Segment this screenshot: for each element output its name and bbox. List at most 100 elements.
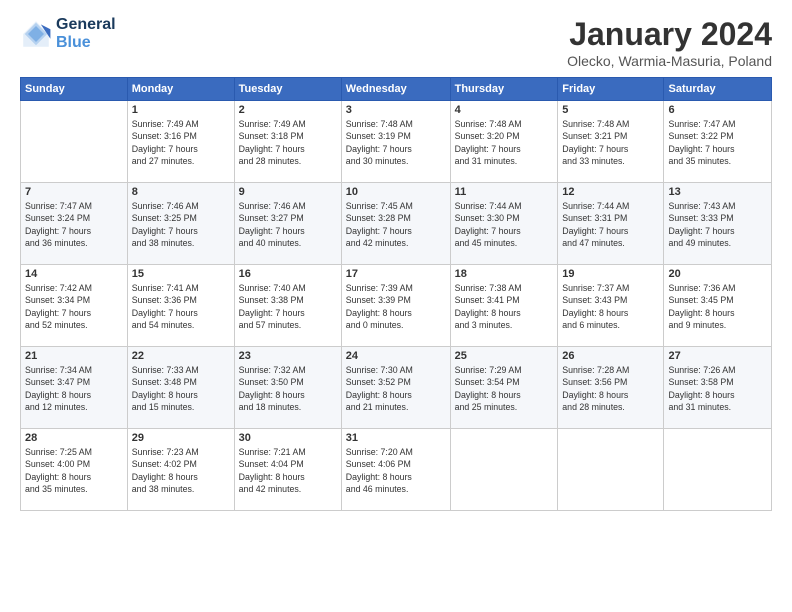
day-info: Sunrise: 7:32 AMSunset: 3:50 PMDaylight:…: [239, 364, 337, 413]
day-number: 4: [455, 104, 554, 116]
calendar-cell: 11 Sunrise: 7:44 AMSunset: 3:30 PMDayligh…: [450, 183, 558, 265]
day-number: 15: [132, 268, 230, 280]
day-info: Sunrise: 7:49 AMSunset: 3:18 PMDaylight:…: [239, 118, 337, 167]
day-number: 29: [132, 432, 230, 444]
calendar-cell: 3Sunrise: 7:48 AMSunset: 3:19 PMDaylight…: [341, 101, 450, 183]
header-day-saturday: Saturday: [664, 78, 772, 101]
calendar-cell: 26Sunrise: 7:28 AMSunset: 3:56 PMDayligh…: [558, 347, 664, 429]
calendar-cell: 15Sunrise: 7:41 AMSunset: 3:36 PMDayligh…: [127, 265, 234, 347]
day-info: Sunrise: 7:38 AMSunset: 3:41 PMDaylight:…: [455, 282, 554, 331]
day-number: 18: [455, 268, 554, 280]
calendar-cell: [450, 429, 558, 511]
day-number: 13: [668, 186, 767, 198]
calendar-cell: 25 Sunrise: 7:29 AMSunset: 3:54 PMDayligh…: [450, 347, 558, 429]
day-number: 23: [239, 350, 337, 362]
calendar-cell: 20 Sunrise: 7:36 AMSunset: 3:45 PMDayligh…: [664, 265, 772, 347]
day-info: Sunrise: 7:26 AMSunset: 3:58 PMDaylight:…: [668, 364, 767, 413]
calendar-cell: 23 Sunrise: 7:32 AMSunset: 3:50 PMDayligh…: [234, 347, 341, 429]
day-info: Sunrise: 7:40 AMSunset: 3:38 PMDaylight:…: [239, 282, 337, 331]
day-info: Sunrise: 7:49 AMSunset: 3:16 PMDaylight:…: [132, 118, 230, 167]
calendar-cell: 17 Sunrise: 7:39 AMSunset: 3:39 PMDayligh…: [341, 265, 450, 347]
header-day-monday: Monday: [127, 78, 234, 101]
calendar-cell: 8Sunrise: 7:46 AMSunset: 3:25 PMDaylight…: [127, 183, 234, 265]
day-number: 14: [25, 268, 123, 280]
day-number: 21: [25, 350, 123, 362]
day-info: Sunrise: 7:34 AMSunset: 3:47 PMDaylight:…: [25, 364, 123, 413]
day-number: 5: [562, 104, 659, 116]
day-number: 7: [25, 186, 123, 198]
week-row-3: 14 Sunrise: 7:42 AMSunset: 3:34 PMDayligh…: [21, 265, 772, 347]
header-day-thursday: Thursday: [450, 78, 558, 101]
calendar-header-row: SundayMondayTuesdayWednesdayThursdayFrid…: [21, 78, 772, 101]
calendar: SundayMondayTuesdayWednesdayThursdayFrid…: [20, 77, 772, 511]
calendar-cell: 12 Sunrise: 7:44 AMSunset: 3:31 PMDayligh…: [558, 183, 664, 265]
day-info: Sunrise: 7:47 AMSunset: 3:22 PMDaylight:…: [668, 118, 767, 167]
title-block: January 2024 Olecko, Warmia-Masuria, Pol…: [567, 16, 772, 69]
calendar-cell: [664, 429, 772, 511]
logo-icon: [20, 18, 52, 50]
day-number: 11: [455, 186, 554, 198]
day-number: 6: [668, 104, 767, 116]
day-info: Sunrise: 7:44 AMSunset: 3:30 PMDaylight:…: [455, 200, 554, 249]
day-number: 1: [132, 104, 230, 116]
calendar-cell: 28 Sunrise: 7:25 AMSunset: 4:00 PMDayligh…: [21, 429, 128, 511]
header-day-friday: Friday: [558, 78, 664, 101]
calendar-cell: 7Sunrise: 7:47 AMSunset: 3:24 PMDaylight…: [21, 183, 128, 265]
day-info: Sunrise: 7:46 AMSunset: 3:25 PMDaylight:…: [132, 200, 230, 249]
calendar-cell: 18 Sunrise: 7:38 AMSunset: 3:41 PMDayligh…: [450, 265, 558, 347]
day-number: 12: [562, 186, 659, 198]
day-info: Sunrise: 7:42 AMSunset: 3:34 PMDaylight:…: [25, 282, 123, 331]
calendar-cell: [558, 429, 664, 511]
header: General Blue January 2024 Olecko, Warmia…: [20, 16, 772, 69]
week-row-4: 21 Sunrise: 7:34 AMSunset: 3:47 PMDayligh…: [21, 347, 772, 429]
week-row-1: 1 Sunrise: 7:49 AMSunset: 3:16 PMDaylight…: [21, 101, 772, 183]
calendar-cell: [21, 101, 128, 183]
day-number: 26: [562, 350, 659, 362]
page: General Blue January 2024 Olecko, Warmia…: [0, 0, 792, 612]
day-number: 16: [239, 268, 337, 280]
day-number: 10: [346, 186, 446, 198]
day-info: Sunrise: 7:48 AMSunset: 3:19 PMDaylight:…: [346, 118, 446, 167]
day-number: 27: [668, 350, 767, 362]
day-info: Sunrise: 7:45 AMSunset: 3:28 PMDaylight:…: [346, 200, 446, 249]
calendar-cell: 6 Sunrise: 7:47 AMSunset: 3:22 PMDaylight…: [664, 101, 772, 183]
day-info: Sunrise: 7:20 AMSunset: 4:06 PMDaylight:…: [346, 446, 446, 495]
day-info: Sunrise: 7:46 AMSunset: 3:27 PMDaylight:…: [239, 200, 337, 249]
day-info: Sunrise: 7:48 AMSunset: 3:20 PMDaylight:…: [455, 118, 554, 167]
calendar-cell: 24 Sunrise: 7:30 AMSunset: 3:52 PMDayligh…: [341, 347, 450, 429]
day-info: Sunrise: 7:25 AMSunset: 4:00 PMDaylight:…: [25, 446, 123, 495]
day-info: Sunrise: 7:33 AMSunset: 3:48 PMDaylight:…: [132, 364, 230, 413]
week-row-5: 28 Sunrise: 7:25 AMSunset: 4:00 PMDayligh…: [21, 429, 772, 511]
calendar-cell: 1 Sunrise: 7:49 AMSunset: 3:16 PMDaylight…: [127, 101, 234, 183]
subtitle: Olecko, Warmia-Masuria, Poland: [567, 53, 772, 69]
week-row-2: 7Sunrise: 7:47 AMSunset: 3:24 PMDaylight…: [21, 183, 772, 265]
day-number: 2: [239, 104, 337, 116]
calendar-cell: 13 Sunrise: 7:43 AMSunset: 3:33 PMDayligh…: [664, 183, 772, 265]
calendar-cell: 21 Sunrise: 7:34 AMSunset: 3:47 PMDayligh…: [21, 347, 128, 429]
day-info: Sunrise: 7:36 AMSunset: 3:45 PMDaylight:…: [668, 282, 767, 331]
day-info: Sunrise: 7:48 AMSunset: 3:21 PMDaylight:…: [562, 118, 659, 167]
day-number: 24: [346, 350, 446, 362]
day-info: Sunrise: 7:37 AMSunset: 3:43 PMDaylight:…: [562, 282, 659, 331]
day-info: Sunrise: 7:30 AMSunset: 3:52 PMDaylight:…: [346, 364, 446, 413]
calendar-cell: 2 Sunrise: 7:49 AMSunset: 3:18 PMDaylight…: [234, 101, 341, 183]
calendar-cell: 16 Sunrise: 7:40 AMSunset: 3:38 PMDayligh…: [234, 265, 341, 347]
day-number: 28: [25, 432, 123, 444]
day-info: Sunrise: 7:43 AMSunset: 3:33 PMDaylight:…: [668, 200, 767, 249]
header-day-sunday: Sunday: [21, 78, 128, 101]
day-number: 20: [668, 268, 767, 280]
day-number: 30: [239, 432, 337, 444]
day-info: Sunrise: 7:23 AMSunset: 4:02 PMDaylight:…: [132, 446, 230, 495]
calendar-cell: 4 Sunrise: 7:48 AMSunset: 3:20 PMDaylight…: [450, 101, 558, 183]
day-info: Sunrise: 7:29 AMSunset: 3:54 PMDaylight:…: [455, 364, 554, 413]
day-number: 31: [346, 432, 446, 444]
calendar-cell: 5 Sunrise: 7:48 AMSunset: 3:21 PMDaylight…: [558, 101, 664, 183]
day-number: 19: [562, 268, 659, 280]
day-info: Sunrise: 7:44 AMSunset: 3:31 PMDaylight:…: [562, 200, 659, 249]
calendar-cell: 27 Sunrise: 7:26 AMSunset: 3:58 PMDayligh…: [664, 347, 772, 429]
calendar-cell: 19 Sunrise: 7:37 AMSunset: 3:43 PMDayligh…: [558, 265, 664, 347]
calendar-cell: 9Sunrise: 7:46 AMSunset: 3:27 PMDaylight…: [234, 183, 341, 265]
day-number: 25: [455, 350, 554, 362]
day-info: Sunrise: 7:39 AMSunset: 3:39 PMDaylight:…: [346, 282, 446, 331]
day-number: 17: [346, 268, 446, 280]
